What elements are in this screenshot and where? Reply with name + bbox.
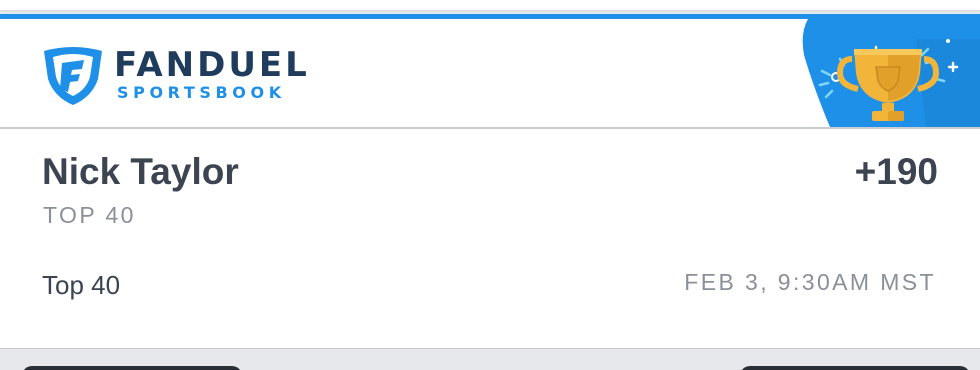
fanduel-shield-icon (44, 47, 102, 105)
selection-name: Nick Taylor (42, 151, 239, 192)
previous-card-edge (0, 0, 980, 11)
event-time: FEB 3, 9:30AM MST (684, 269, 936, 295)
bet-ticket-screen: FANDUEL SPORTSBOOK Nick Taylor +190 TOP … (0, 0, 980, 370)
trophy-icon (802, 19, 980, 127)
action-button-right[interactable] (740, 366, 970, 370)
odds-value: +190 (854, 151, 938, 192)
ticket-header: FANDUEL SPORTSBOOK (0, 19, 980, 129)
market-label-upper: TOP 40 (43, 202, 136, 228)
fanduel-sportsbook-logo: FANDUEL SPORTSBOOK (40, 45, 310, 107)
action-button-left[interactable] (22, 366, 242, 370)
market-label: Top 40 (42, 270, 121, 300)
brand-sub: SPORTSBOOK (117, 83, 286, 102)
brand-name: FANDUEL (114, 45, 310, 85)
